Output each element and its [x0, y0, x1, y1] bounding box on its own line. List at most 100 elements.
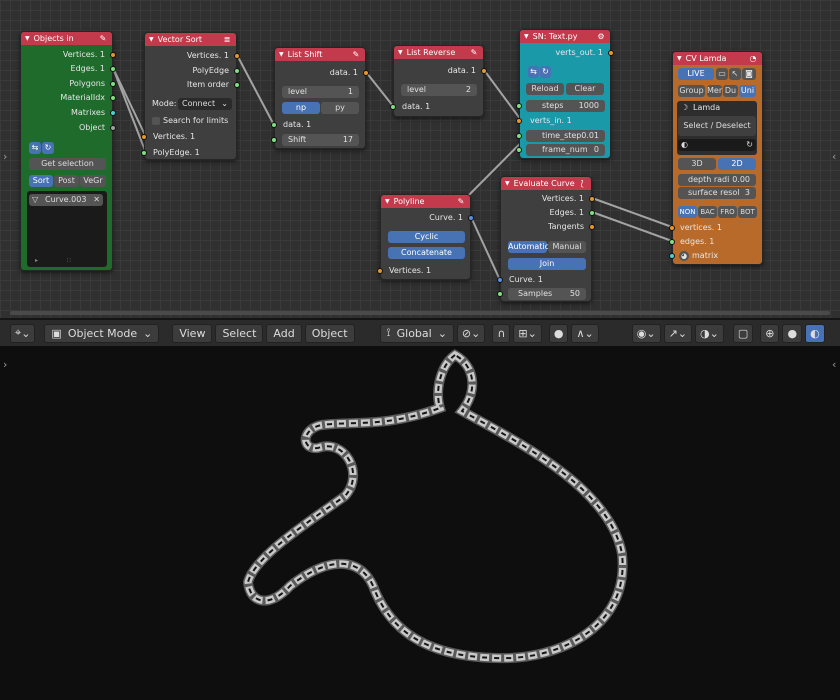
node-editor[interactable]: ▼ Objects in ✎ Vertices. 1 Edges. 1 Poly… — [0, 0, 840, 318]
cyclic-toggle[interactable]: Cyclic — [388, 231, 465, 243]
time-step-field[interactable]: time_step 0.01 — [526, 130, 605, 142]
pivot-dropdown[interactable]: ⊘ ⌄ — [456, 323, 486, 343]
sn-text-node[interactable]: ▼ SN: Text.py ⚙ verts_out. 1 ⇆ ↻ Reload … — [516, 29, 614, 159]
object-list[interactable]: ▽ Curve.003 ✕ ▸ ∷ — [27, 191, 107, 267]
socket-out-tangents[interactable] — [589, 224, 595, 230]
socket-out-item-order[interactable] — [234, 82, 240, 88]
color-field[interactable]: ◐ ↻ — [678, 139, 756, 151]
socket-in-time-step[interactable] — [516, 133, 522, 139]
socket-out-vertices[interactable] — [234, 53, 240, 59]
collapse-chevron-icon[interactable]: ▼ — [385, 198, 390, 205]
socket-out-edges[interactable] — [589, 210, 595, 216]
socket-in-data[interactable] — [390, 104, 396, 110]
collapse-chevron-icon[interactable]: ▼ — [279, 51, 284, 58]
cap-front-toggle[interactable]: FRO — [718, 206, 737, 218]
list-shift-node[interactable]: ▼ List Shift ✎ data. 1 level 1 np py dat… — [271, 47, 369, 149]
manual-toggle[interactable]: Manual — [548, 241, 586, 253]
refresh-icon[interactable]: ↻ — [42, 142, 54, 154]
join-toggle[interactable]: Join — [508, 258, 586, 270]
socket-out-vertices[interactable] — [589, 196, 595, 202]
collapse-chevron-icon[interactable]: ▼ — [149, 36, 154, 43]
vector-sort-node[interactable]: ▼ Vector Sort ≣ Vertices. 1 PolyEdge Ite… — [141, 32, 240, 160]
socket-in-steps[interactable] — [516, 103, 522, 109]
live-toggle[interactable]: LIVE — [678, 68, 714, 80]
wireframe-shading-button[interactable]: ⊕ — [760, 323, 780, 343]
socket-in-curve[interactable] — [497, 277, 503, 283]
socket-out-materialidx[interactable] — [110, 95, 116, 101]
socket-out-data[interactable] — [481, 68, 487, 74]
socket-out-edges[interactable] — [110, 66, 116, 72]
list-reverse-header[interactable]: ▼ List Reverse ✎ — [394, 46, 483, 59]
socket-in-shift[interactable] — [271, 137, 277, 143]
automatic-toggle[interactable]: Automatic — [508, 241, 549, 253]
search-limits-checkbox[interactable] — [152, 117, 160, 125]
np-toggle[interactable]: np — [282, 102, 320, 114]
socket-out-polygons[interactable] — [110, 81, 116, 87]
monitor-icon[interactable]: ▭ — [716, 68, 728, 80]
socket-out-matrixes[interactable] — [110, 110, 116, 116]
polyline-node[interactable]: ▼ Polyline ✎ Curve. 1 Cyclic Concatenate… — [377, 194, 474, 280]
select-menu[interactable]: Select — [215, 323, 264, 343]
evaluate-curve-node[interactable]: ▼ Evaluate Curve ⟅ Vertices. 1 Edges. 1 … — [497, 176, 595, 302]
view-menu[interactable]: View — [172, 323, 213, 343]
socket-in-samples[interactable] — [497, 291, 503, 297]
socket-in-data[interactable] — [271, 122, 277, 128]
merge-toggle[interactable]: Mer — [707, 85, 722, 97]
close-icon[interactable]: ✕ — [93, 194, 100, 206]
depth-radius-field[interactable]: depth radi 0.00 — [678, 174, 756, 186]
select-deselect-button[interactable]: Select / Deselect — [678, 116, 756, 136]
overlay-dropdown[interactable]: ◑ ⌄ — [695, 323, 724, 343]
polyline-header[interactable]: ▼ Polyline ✎ — [381, 195, 470, 208]
cap-non-toggle[interactable]: NON — [678, 206, 697, 218]
material-shading-button[interactable]: ◐ — [805, 323, 825, 343]
socket-in-matrix[interactable] — [669, 253, 675, 259]
socket-out-object[interactable] — [110, 125, 116, 131]
reload-button[interactable]: Reload — [526, 83, 564, 95]
list-item[interactable]: ▽ Curve.003 ✕ — [29, 194, 103, 206]
object-menu[interactable]: Object — [304, 323, 355, 343]
snap-toggle[interactable]: ∩ — [492, 323, 511, 343]
cursor-icon[interactable]: ↖ — [729, 68, 741, 80]
socket-in-frame-num[interactable] — [516, 147, 522, 153]
shift-field[interactable]: Shift 17 — [282, 134, 359, 146]
get-selection-button[interactable]: Get selection — [29, 158, 106, 170]
cap-both-toggle[interactable]: BOT — [738, 206, 757, 218]
cv-lamda-node[interactable]: ▼ CV Lamda ◔ LIVE ▭ ↖ ◙ Group Mer Du Uni… — [669, 51, 763, 265]
cap-back-toggle[interactable]: BAC — [698, 206, 717, 218]
list-reverse-node[interactable]: ▼ List Reverse ✎ data. 1 level 2 data. 1 — [390, 45, 487, 117]
list-shift-header[interactable]: ▼ List Shift ✎ — [275, 48, 365, 61]
list-resize-icon[interactable]: ▸ — [35, 257, 38, 264]
socket-in-vertices[interactable] — [669, 225, 675, 231]
3d-viewport[interactable]: › ‹ — [0, 346, 840, 700]
surface-resolution-field[interactable]: surface resol 3 — [678, 187, 756, 199]
socket-out-data[interactable] — [363, 70, 369, 76]
sync-icon[interactable]: ⇆ — [29, 142, 41, 154]
drag-handle-icon[interactable]: ∷ — [67, 257, 71, 264]
proportional-edit-toggle[interactable]: ● — [548, 323, 569, 343]
socket-in-verts[interactable] — [516, 118, 522, 124]
duplicate-toggle[interactable]: Du — [723, 85, 738, 97]
horizontal-scrollbar[interactable] — [10, 311, 830, 315]
socket-out-curve[interactable] — [468, 215, 474, 221]
evaluate-curve-header[interactable]: ▼ Evaluate Curve ⟅ — [501, 177, 591, 190]
snap-target-dropdown[interactable]: ⊞ ⌄ — [513, 323, 542, 343]
collapse-chevron-icon[interactable]: ▼ — [524, 33, 529, 40]
menu-lines-icon[interactable]: ≣ — [222, 35, 232, 44]
mode-dropdown[interactable]: Connect ⌄ — [178, 98, 232, 110]
add-menu[interactable]: Add — [266, 323, 302, 343]
cv-lamda-header[interactable]: ▼ CV Lamda ◔ — [673, 52, 762, 65]
clear-button[interactable]: Clear — [566, 83, 604, 95]
gizmo-dropdown[interactable]: ↗ ⌄ — [663, 323, 693, 343]
collapse-chevron-icon[interactable]: ▼ — [505, 180, 510, 187]
visibility-dropdown[interactable]: ◉ ⌄ — [631, 323, 661, 343]
collapse-chevron-icon[interactable]: ▼ — [25, 35, 30, 42]
socket-out-vertices[interactable] — [110, 52, 116, 58]
solid-shading-button[interactable]: ● — [782, 323, 803, 343]
level-field[interactable]: level 2 — [401, 84, 477, 96]
3d-toggle[interactable]: 3D — [678, 158, 716, 170]
socket-in-vertices[interactable] — [377, 268, 383, 274]
orientation-dropdown[interactable]: ⟟ Global ⌄ — [379, 323, 454, 343]
falloff-dropdown[interactable]: ∧ ⌄ — [571, 323, 599, 343]
samples-field[interactable]: Samples 50 — [508, 288, 586, 300]
expand-right-arrow-icon[interactable]: ‹ — [832, 150, 836, 163]
